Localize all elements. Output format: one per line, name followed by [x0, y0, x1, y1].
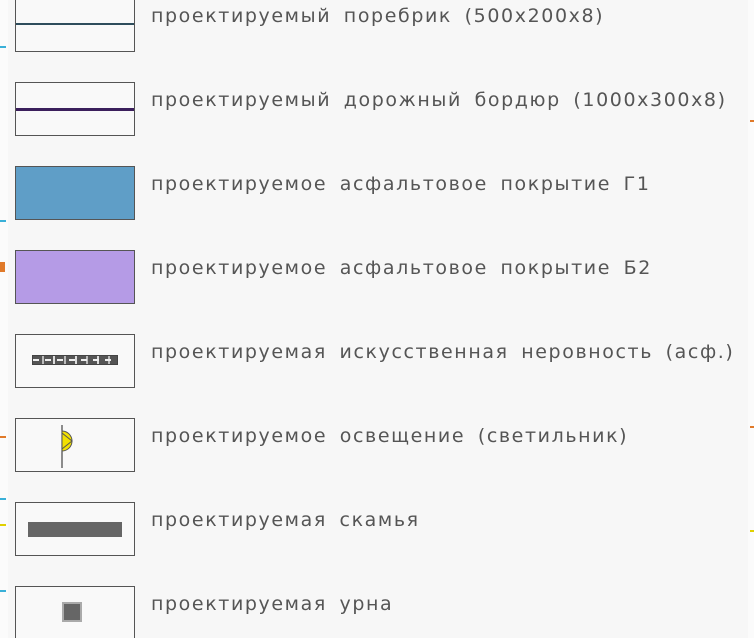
legend-label: проектируемый дорожный бордюр (1000х300х… [151, 89, 727, 111]
speed-hump-swatch [15, 334, 135, 388]
legend-label: проектируемая урна [151, 593, 394, 615]
bench-icon [28, 522, 122, 537]
legend-label: проектируемое асфальтовое покрытие Г1 [151, 173, 651, 195]
legend-label: проектируемая искусственная неровность (… [151, 341, 735, 363]
edge-tick [0, 436, 6, 438]
legend-label: проектируемый поребрик (500х200х8) [151, 5, 605, 27]
asphalt-b2-swatch [15, 250, 135, 304]
speed-hump-icon [32, 355, 118, 365]
curb-line-swatch [15, 0, 135, 52]
street-light-icon [61, 425, 73, 468]
road-border-line [16, 108, 134, 111]
legend-row-asphalt-b2: проектируемое асфальтовое покрытие Б2 [15, 250, 754, 306]
left-edge-strip [0, 0, 8, 638]
edge-tick [0, 590, 6, 592]
asphalt-g1-swatch [15, 166, 135, 220]
asphalt-g1-fill [16, 167, 134, 219]
legend-row-urn: проектируемая урна [15, 586, 754, 638]
urn-swatch [15, 586, 135, 638]
edge-tick [0, 46, 6, 48]
legend-row-curb: проектируемый поребрик (500х200х8) [15, 0, 754, 54]
legend-label: проектируемое асфальтовое покрытие Б2 [151, 257, 652, 279]
bench-swatch [15, 502, 135, 556]
edge-tick [0, 498, 6, 500]
legend-label: проектируемое освещение (светильник) [151, 425, 629, 447]
asphalt-b2-fill [16, 251, 134, 303]
legend-row-bench: проектируемая скамья [15, 502, 754, 558]
legend-row-asphalt-g1: проектируемое асфальтовое покрытие Г1 [15, 166, 754, 222]
legend-label: проектируемая скамья [151, 509, 420, 531]
legend-row-speed-hump: проектируемая искусственная неровность (… [15, 334, 754, 390]
lighting-swatch [15, 418, 135, 472]
curb-line [16, 23, 134, 25]
edge-tick [0, 262, 5, 272]
legend-row-road-border: проектируемый дорожный бордюр (1000х300х… [15, 82, 754, 138]
urn-icon [62, 602, 82, 622]
edge-tick [0, 524, 6, 526]
edge-tick [0, 220, 6, 222]
legend-row-lighting: проектируемое освещение (светильник) [15, 418, 754, 474]
road-border-line-swatch [15, 82, 135, 136]
